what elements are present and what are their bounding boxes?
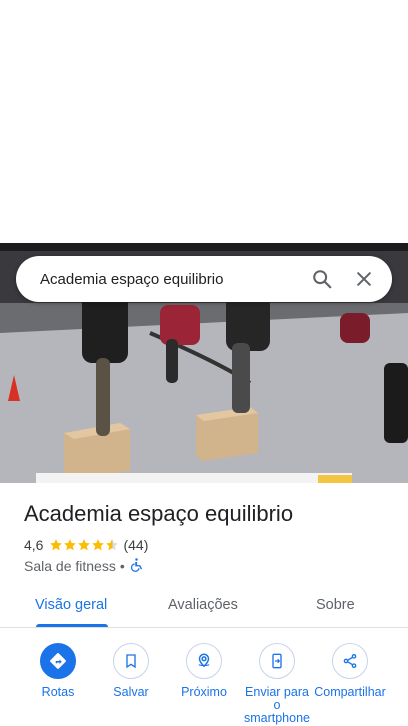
directions-button[interactable]: Rotas — [21, 643, 95, 699]
send-to-phone-label: Enviar para o smartphone — [243, 685, 310, 725]
rating-row[interactable]: 4,6 (44) — [24, 537, 148, 553]
separator: • — [119, 558, 125, 574]
directions-label: Rotas — [41, 685, 75, 699]
tab-overview[interactable]: Visão geral — [35, 597, 107, 613]
star-icon — [50, 539, 63, 551]
share-icon — [332, 643, 368, 679]
place-details-sheet: Academia espaço equilibrio 4,6 (44) Sala… — [0, 483, 408, 726]
rating-stars — [49, 538, 119, 552]
search-icon[interactable] — [304, 261, 340, 297]
save-label: Salvar — [113, 685, 149, 699]
directions-icon — [40, 643, 76, 679]
tab-reviews[interactable]: Avaliações — [168, 597, 238, 613]
place-title: Academia espaço equilibrio — [24, 501, 294, 526]
rating-value: 4,6 — [24, 537, 44, 553]
star-icon — [78, 539, 91, 551]
send-to-phone-icon — [259, 643, 295, 679]
nearby-label: Próximo — [181, 685, 227, 699]
bookmark-icon — [113, 643, 149, 679]
review-count[interactable]: (44) — [123, 537, 148, 553]
tab-about[interactable]: Sobre — [316, 597, 355, 613]
save-button[interactable]: Salvar — [94, 643, 168, 699]
share-button[interactable]: Compartilhar — [313, 643, 387, 699]
star-icon — [64, 539, 77, 551]
place-category: Sala de fitness — [24, 558, 116, 574]
close-icon[interactable] — [346, 261, 382, 297]
nearby-button[interactable]: Próximo — [167, 643, 241, 699]
search-bar[interactable]: Academia espaço equilibrio — [16, 256, 392, 302]
action-buttons: Rotas Salvar Próximo Enviar para o smart… — [0, 643, 408, 726]
tab-bar: Visão geral Avaliações Sobre — [0, 587, 408, 628]
category-row: Sala de fitness • — [24, 557, 144, 575]
send-to-phone-button[interactable]: Enviar para o smartphone — [240, 643, 314, 725]
star-half-icon — [106, 539, 119, 551]
nearby-icon — [186, 643, 222, 679]
star-icon — [92, 539, 105, 551]
search-query[interactable]: Academia espaço equilibrio — [40, 271, 304, 288]
wheelchair-icon — [129, 557, 144, 575]
share-label: Compartilhar — [314, 685, 386, 699]
map-blank-area — [0, 0, 408, 243]
active-tab-indicator — [36, 624, 108, 627]
